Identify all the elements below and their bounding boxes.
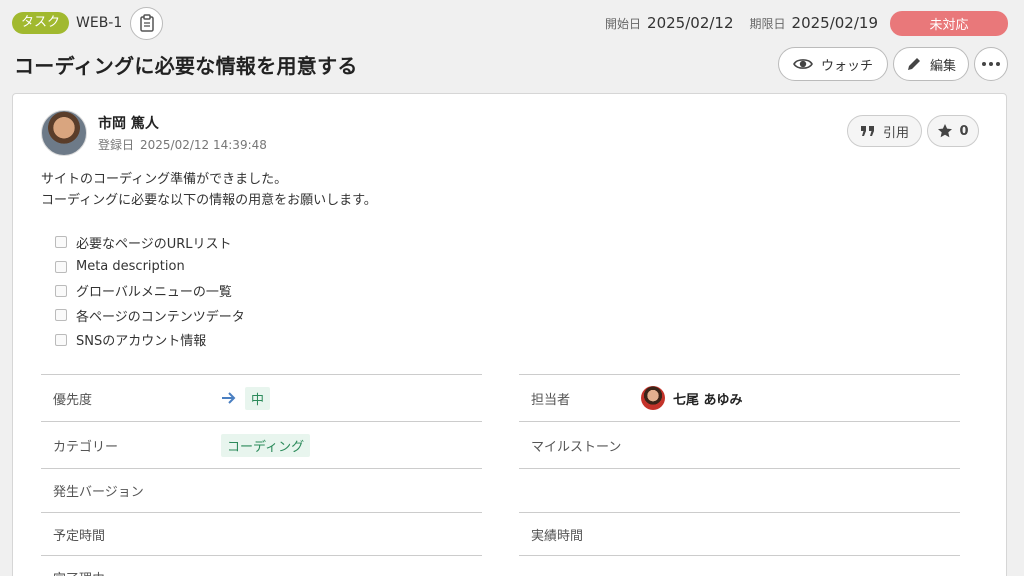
star-icon: [938, 124, 953, 138]
registered-meta: 登録日 2025/02/12 14:39:48: [98, 136, 273, 153]
priority-value: 中: [245, 386, 271, 410]
edit-button[interactable]: 編集: [892, 47, 969, 81]
checkbox[interactable]: [55, 284, 67, 297]
priority-field: 優先度 中: [41, 374, 482, 421]
description-line: サイトのコーディング準備ができました。: [41, 172, 288, 187]
watch-label: ウォッチ: [820, 58, 873, 74]
eye-icon: [793, 59, 813, 69]
due-date-label: 期限日: [749, 16, 786, 31]
author-name: 市岡 篤人: [98, 116, 159, 132]
start-date-label: 開始日: [605, 16, 642, 31]
due-date: 2025/02/19: [791, 14, 878, 32]
status-badge[interactable]: 未対応: [890, 10, 1008, 36]
registered-at: 2025/02/12 14:39:48: [140, 138, 267, 152]
arrow-right-icon: [222, 392, 236, 404]
quote-button[interactable]: 引用: [846, 115, 922, 147]
version-label: 発生バージョン: [53, 485, 144, 500]
issue-dates: 開始日 2025/02/12 期限日 2025/02/19 未対応: [605, 10, 1008, 36]
copy-key-button[interactable]: [130, 6, 164, 40]
category-value[interactable]: コーディング: [221, 433, 311, 457]
pencil-icon: [907, 58, 920, 70]
priority-value-wrap: 中: [221, 386, 271, 410]
assignee-name[interactable]: 七尾 あゆみ: [673, 389, 743, 408]
category-field: カテゴリー コーディング: [41, 421, 482, 468]
star-count: 0: [959, 123, 969, 139]
assignee-label: 担当者: [531, 392, 571, 408]
property-row: カテゴリー コーディング マイルストーン: [41, 421, 979, 468]
checklist-item-label: Meta description: [76, 259, 185, 275]
issue-key: WEB-1: [76, 15, 123, 31]
property-row: 発生バージョン: [41, 468, 979, 512]
property-row: 優先度 中 担当者 七尾 あゆみ: [41, 374, 979, 421]
actual-hours-field: 実績時間: [519, 512, 960, 555]
checklist-item: Meta description: [55, 254, 245, 278]
property-row: 予定時間 実績時間: [41, 512, 979, 555]
issue-detail-card: 市岡 篤人 登録日 2025/02/12 14:39:48 引用 0 サイトのコー…: [12, 93, 1007, 576]
issue-actions: ウォッチ 編集: [777, 47, 1008, 81]
quote-label: 引用: [882, 125, 909, 141]
priority-label: 優先度: [53, 392, 93, 408]
comment-actions: 引用 0: [846, 115, 979, 147]
author-avatar[interactable]: [41, 110, 87, 156]
ellipsis-icon: [982, 62, 1000, 66]
more-options-button[interactable]: [974, 47, 1008, 81]
checklist-item-label: 必要なページのURLリスト: [76, 236, 232, 252]
description-line: コーディングに必要な以下の情報の用意をお願いします。: [41, 193, 377, 208]
assignee-avatar: [641, 386, 665, 410]
clipboard-icon: [140, 14, 154, 32]
comment-author: 市岡 篤人 登録日 2025/02/12 14:39:48: [41, 110, 273, 156]
checklist-item: SNSのアカウント情報: [55, 328, 245, 352]
estimated-hours-field: 予定時間: [41, 512, 482, 555]
checklist-item: グローバルメニューの一覧: [55, 279, 245, 303]
empty-field: [519, 468, 960, 512]
assignee-field: 担当者 七尾 あゆみ: [519, 374, 960, 421]
page-title: コーディングに必要な情報を用意する: [14, 54, 358, 78]
milestone-label: マイルストーン: [531, 439, 622, 455]
issue-description: サイトのコーディング準備ができました。 コーディングに必要な以下の情報の用意をお…: [41, 169, 377, 211]
start-date: 2025/02/12: [647, 14, 734, 32]
actual-hours-label: 実績時間: [531, 528, 584, 544]
checklist-item-label: 各ページのコンテンツデータ: [76, 309, 245, 325]
checkbox[interactable]: [55, 260, 67, 273]
property-row: 完了理由: [41, 555, 979, 576]
category-label: カテゴリー: [53, 439, 119, 455]
checklist-item: 必要なページのURLリスト: [55, 230, 245, 254]
checklist-item-label: グローバルメニューの一覧: [76, 285, 232, 301]
milestone-field: マイルストーン: [519, 421, 960, 468]
issue-type-badge: タスク: [12, 12, 70, 34]
resolution-label: 完了理由: [41, 568, 221, 576]
checklist-item-label: SNSのアカウント情報: [76, 334, 207, 350]
checklist-item: 各ページのコンテンツデータ: [55, 303, 245, 327]
category-value-wrap: コーディング: [221, 433, 311, 457]
star-button[interactable]: 0: [927, 115, 979, 147]
checkbox[interactable]: [55, 333, 67, 346]
registered-label: 登録日: [98, 138, 135, 152]
issue-properties: 優先度 中 担当者 七尾 あゆみ カテゴリー コーディング マイルストーン 発生…: [41, 374, 979, 576]
checkbox[interactable]: [55, 309, 67, 322]
empty-field: [519, 555, 960, 576]
resolution-field: 完了理由: [41, 555, 482, 576]
issue-header: タスク WEB-1 開始日 2025/02/12 期限日 2025/02/19 …: [12, 6, 1008, 40]
quote-icon: [860, 126, 874, 136]
checklist: 必要なページのURLリスト Meta description グローバルメニュー…: [55, 230, 245, 352]
assignee-value-wrap: 七尾 あゆみ: [641, 386, 743, 410]
edit-label: 編集: [929, 58, 956, 74]
watch-button[interactable]: ウォッチ: [777, 47, 888, 81]
checkbox[interactable]: [55, 236, 67, 249]
estimated-hours-label: 予定時間: [53, 528, 106, 544]
version-field: 発生バージョン: [41, 468, 482, 512]
